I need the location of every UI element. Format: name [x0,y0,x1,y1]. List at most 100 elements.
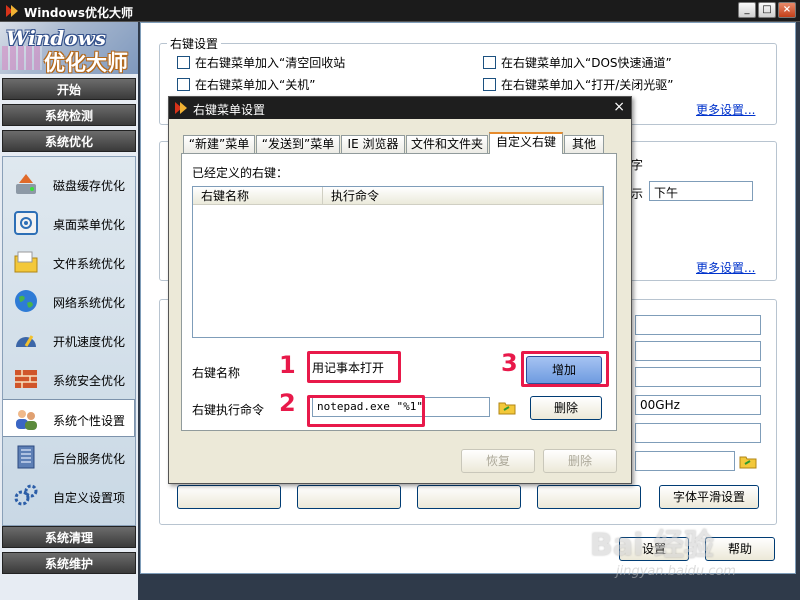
bottom-button-4[interactable] [537,485,641,509]
partial-label-show: 示 [631,187,644,201]
command-label: 右键执行命令 [192,403,265,417]
globe-icon [15,290,37,312]
tab-ie-browser[interactable]: IE 浏览器 [341,135,405,153]
callout-box-3 [521,351,609,387]
font-smooth-button[interactable]: 字体平滑设置 [659,485,759,509]
users-icon [16,410,37,430]
checkbox-dos[interactable] [483,56,496,69]
sidebar-item-label: 磁盘缓存优化 [53,179,126,193]
checkbox-cdrom-label: 在右键菜单加入“打开/关闭光驱” [501,78,674,92]
bottom-button-3[interactable] [417,485,521,509]
path-field[interactable] [635,451,735,471]
disk-cache-icon [16,174,36,194]
folder-icon [14,251,38,273]
info-field-1[interactable] [635,315,761,335]
info-field-2[interactable] [635,341,761,361]
sidebar-section-start[interactable]: 开始 [2,78,136,100]
info-field-3[interactable] [635,367,761,387]
restore-button[interactable]: 恢复 [461,449,535,473]
sidebar-item-label: 系统个性设置 [53,414,126,428]
browse-folder-icon[interactable] [498,399,516,415]
sidebar-item-disk-cache[interactable]: 磁盘缓存优化 [3,165,135,203]
defined-rightclick-label: 已经定义的右键： [192,166,289,180]
rightclick-group-title: 右键设置 [167,35,222,52]
checkbox-cdrom[interactable] [483,78,496,91]
tab-custom-rightclick[interactable]: 自定义右键 [489,132,563,154]
watermark-logo-text: Bai 经验 [590,528,714,563]
checkbox-shutdown[interactable] [177,78,190,91]
app-icon [175,102,187,114]
sidebar-item-boot-speed[interactable]: 开机速度优化 [3,321,135,359]
callout-number-3: 3 [501,349,518,377]
cpu-field[interactable]: 00GHz [635,395,761,415]
speedometer-icon [16,335,36,347]
column-header-name[interactable]: 右键名称 [193,187,323,205]
bottom-button-1[interactable] [177,485,281,509]
sidebar: Windows 优化大师 开始 系统检测 系统优化 磁盘缓存优化 桌面菜单优化 … [0,22,138,600]
info-field-5[interactable] [635,423,761,443]
dialog-title-bar: 右键菜单设置 × [169,97,631,119]
sidebar-section-detect[interactable]: 系统检测 [2,104,136,126]
sidebar-item-desktop-menu[interactable]: 桌面菜单优化 [3,204,135,242]
sidebar-item-label: 系统安全优化 [53,374,126,388]
title-bar: Windows优化大师 _ □ × [0,0,800,22]
callout-number-1: 1 [279,351,296,379]
watermark: Bai 经验 jingyan.baidu.com [590,516,786,596]
sidebar-item-security[interactable]: 系统安全优化 [3,360,135,398]
gears-icon [14,484,38,506]
watermark-url: jingyan.baidu.com [616,564,736,579]
time-suffix-field[interactable]: 下午 [649,181,753,201]
name-label: 右键名称 [192,366,241,380]
tab-panel: 已经定义的右键： 右键名称 执行命令 右键名称 用记事本打开 右键执行命令 no… [181,153,617,431]
server-icon [17,445,35,469]
close-button[interactable]: × [778,2,796,18]
window-title: Windows优化大师 [24,6,133,20]
sidebar-item-network[interactable]: 网络系统优化 [3,282,135,320]
sidebar-item-label: 网络系统优化 [53,296,126,310]
tab-files-folders[interactable]: 文件和文件夹 [406,135,488,153]
callout-box-1 [307,351,401,383]
dialog-close-icon[interactable]: × [613,99,625,115]
tab-other[interactable]: 其他 [564,135,604,153]
column-header-command[interactable]: 执行命令 [323,187,603,205]
callout-box-2 [307,395,425,427]
partial-label-char: 字 [631,158,644,172]
sidebar-item-label: 自定义设置项 [53,491,126,505]
sidebar-item-label: 桌面菜单优化 [53,218,126,232]
rightclick-menu-dialog: 右键菜单设置 × “新建”菜单 “发送到”菜单 IE 浏览器 文件和文件夹 自定… [168,96,632,484]
more-settings-link-2[interactable]: 更多设置... [696,259,755,276]
sidebar-section-maintain[interactable]: 系统维护 [2,552,136,574]
sidebar-item-label: 文件系统优化 [53,257,126,271]
sidebar-item-label: 开机速度优化 [53,335,126,349]
firewall-icon [15,370,37,388]
sidebar-item-services[interactable]: 后台服务优化 [3,438,135,476]
logo: Windows 优化大师 [0,22,138,74]
delete-button-footer[interactable]: 删除 [543,449,617,473]
main-window: Windows优化大师 _ □ × Windows 优化大师 开始 系统检测 系… [0,0,800,600]
bottom-button-2[interactable] [297,485,401,509]
tab-new-menu[interactable]: “新建”菜单 [183,135,255,153]
sidebar-section-optimize[interactable]: 系统优化 [2,130,136,152]
browse-folder-icon[interactable] [739,453,757,469]
sidebar-item-personalize[interactable]: 系统个性设置 [3,399,135,437]
minimize-button[interactable]: _ [738,2,756,18]
logo-text-master: 优化大师 [44,51,128,74]
app-icon [6,5,18,17]
sidebar-section-clean[interactable]: 系统清理 [2,526,136,548]
sidebar-optimize-list: 磁盘缓存优化 桌面菜单优化 文件系统优化 网络系统优化 开机速度优化 系统安全优… [2,156,136,526]
checkbox-dos-label: 在右键菜单加入“DOS快速通道” [501,56,672,70]
checkbox-empty-recycle[interactable] [177,56,190,69]
list-header: 右键名称 执行命令 [193,187,603,205]
tab-sendto-menu[interactable]: “发送到”菜单 [256,135,340,153]
rightclick-list[interactable]: 右键名称 执行命令 [192,186,604,338]
maximize-button[interactable]: □ [758,2,776,18]
checkbox-shutdown-label: 在右键菜单加入“关机” [195,78,316,92]
sidebar-item-file-system[interactable]: 文件系统优化 [3,243,135,281]
delete-button[interactable]: 删除 [530,396,602,420]
dialog-title: 右键菜单设置 [193,103,266,117]
checkbox-empty-recycle-label: 在右键菜单加入“清空回收站 [195,56,346,70]
more-settings-link-1[interactable]: 更多设置... [696,101,755,118]
sidebar-item-custom[interactable]: 自定义设置项 [3,477,135,515]
desktop-menu-icon [14,211,38,235]
callout-number-2: 2 [279,389,296,417]
